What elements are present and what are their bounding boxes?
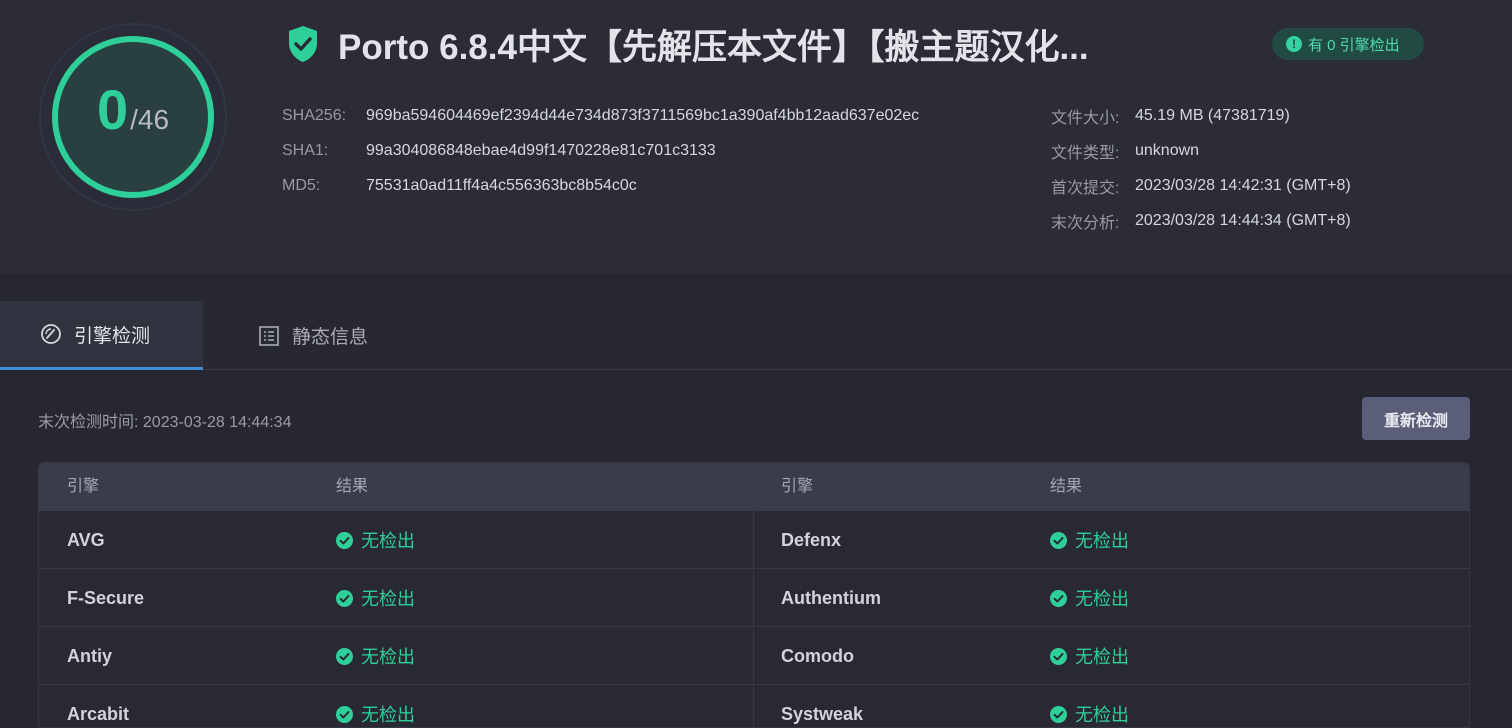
table-row: Antiy 无检出 Comodo 无检出 xyxy=(39,627,1469,685)
check-circle-icon xyxy=(336,589,353,607)
column-header-result-left: 结果 xyxy=(336,478,369,495)
check-circle-icon xyxy=(336,647,353,665)
hash-row-sha256: SHA256: 969ba594604469ef2394d44e734d873f… xyxy=(282,98,919,133)
meta-value: 2023/03/28 14:42:31 (GMT+8) xyxy=(1135,176,1351,194)
engine-name: AVG xyxy=(67,529,105,550)
tab-label: 引擎检测 xyxy=(74,325,151,347)
meta-label: 文件类型: xyxy=(1051,144,1120,162)
meta-label: 首次提交: xyxy=(1051,179,1120,197)
check-circle-icon xyxy=(1050,705,1067,723)
detection-score-ring: 0 /46 xyxy=(38,22,228,212)
engine-result: 无检出 xyxy=(1050,685,1129,727)
table-row: F-Secure 无检出 Authentium 无检出 xyxy=(39,569,1469,627)
check-circle-icon xyxy=(1050,589,1067,607)
result-text: 无检出 xyxy=(1075,531,1129,551)
hash-value[interactable]: 969ba594604469ef2394d44e734d873f3711569b… xyxy=(366,107,919,125)
engine-total: /46 xyxy=(130,104,170,135)
engine-name: Antiy xyxy=(67,645,112,666)
table-row: AVG 无检出 Defenx 无检出 xyxy=(39,511,1469,569)
detection-alert-text: 有 0 引擎检出 xyxy=(1308,36,1400,54)
hash-row-sha1: SHA1: 99a304086848ebae4d99f1470228e81c70… xyxy=(282,133,919,168)
engine-name: Arcabit xyxy=(67,703,130,724)
column-header-engine-right: 引擎 xyxy=(781,478,814,495)
engine-result: 无检出 xyxy=(336,569,415,627)
hash-row-md5: MD5: 75531a0ad11ff4a4c556363bc8b54c0c xyxy=(282,168,919,203)
table-row: Arcabit 无检出 Systweak 无检出 xyxy=(39,685,1469,727)
hash-label: SHA1: xyxy=(282,141,329,159)
result-text: 无检出 xyxy=(361,705,415,725)
file-meta-list: 文件大小: 45.19 MB (47381719) 文件类型: unknown … xyxy=(1051,98,1351,238)
result-text: 无检出 xyxy=(1075,589,1129,609)
meta-label: 文件大小: xyxy=(1051,109,1120,127)
engine-name: Systweak xyxy=(781,703,864,724)
last-scan-time: 末次检测时间: 2023-03-28 14:44:34 xyxy=(38,414,292,431)
file-title: Porto 6.8.4中文【先解压本文件】【搬主题汉化... xyxy=(338,27,1089,67)
engine-result: 无检出 xyxy=(1050,569,1129,627)
check-circle-icon xyxy=(1050,531,1067,549)
file-summary-header: 0 /46 Porto 6.8.4中文【先解压本文件】【搬主题汉化... ! 有… xyxy=(0,0,1512,274)
engine-result: 无检出 xyxy=(336,627,415,685)
shield-check-icon xyxy=(289,26,317,62)
result-text: 无检出 xyxy=(1075,647,1129,667)
file-title-row: Porto 6.8.4中文【先解压本文件】【搬主题汉化... xyxy=(286,22,1089,67)
hash-list: SHA256: 969ba594604469ef2394d44e734d873f… xyxy=(282,98,919,203)
meta-value: 2023/03/28 14:44:34 (GMT+8) xyxy=(1135,211,1351,229)
meta-label: 末次分析: xyxy=(1051,214,1120,232)
engine-result: 无检出 xyxy=(336,511,415,569)
table-header: 引擎 结果 引擎 结果 xyxy=(39,463,1469,511)
hash-label: MD5: xyxy=(282,176,321,194)
result-tabs: 引擎检测 静态信息 xyxy=(0,301,1512,370)
meta-row-size: 文件大小: 45.19 MB (47381719) xyxy=(1051,98,1351,133)
check-circle-icon xyxy=(336,531,353,549)
detection-alert-badge: ! 有 0 引擎检出 xyxy=(1272,28,1424,60)
list-icon xyxy=(259,325,279,346)
engine-name: Authentium xyxy=(781,587,881,608)
meta-value: unknown xyxy=(1135,141,1200,159)
rescan-button[interactable]: 重新检测 xyxy=(1362,397,1470,440)
exclamation-icon: ! xyxy=(1286,36,1302,52)
engine-name: Defenx xyxy=(781,529,842,550)
column-header-result-right: 结果 xyxy=(1050,478,1083,495)
meta-row-last-analysis: 末次分析: 2023/03/28 14:44:34 (GMT+8) xyxy=(1051,203,1351,238)
tab-static-info[interactable]: 静态信息 xyxy=(258,301,418,370)
engine-result: 无检出 xyxy=(336,685,415,727)
hash-label: SHA256: xyxy=(282,106,347,124)
check-circle-icon xyxy=(336,705,353,723)
hash-value[interactable]: 75531a0ad11ff4a4c556363bc8b54c0c xyxy=(366,177,637,195)
engine-name: F-Secure xyxy=(67,587,145,608)
engine-name: Comodo xyxy=(781,645,854,666)
meta-row-type: 文件类型: unknown xyxy=(1051,133,1351,168)
detected-count: 0 xyxy=(96,78,129,141)
engine-result: 无检出 xyxy=(1050,511,1129,569)
result-text: 无检出 xyxy=(361,647,415,667)
meta-value: 45.19 MB (47381719) xyxy=(1135,106,1290,124)
engine-results-table: 引擎 结果 引擎 结果 AVG 无检出 Defenx 无检出 F-Secure … xyxy=(38,462,1470,728)
engine-result: 无检出 xyxy=(1050,627,1129,685)
column-header-engine-left: 引擎 xyxy=(67,478,100,495)
result-text: 无检出 xyxy=(361,589,415,609)
result-text: 无检出 xyxy=(361,531,415,551)
hash-value[interactable]: 99a304086848ebae4d99f1470228e81c701c3133 xyxy=(366,142,716,160)
meta-row-first-submit: 首次提交: 2023/03/28 14:42:31 (GMT+8) xyxy=(1051,168,1351,203)
check-circle-icon xyxy=(1050,647,1067,665)
result-text: 无检出 xyxy=(1075,705,1129,725)
gauge-icon xyxy=(41,324,61,344)
tab-label: 静态信息 xyxy=(292,327,369,348)
tab-engine-detection[interactable]: 引擎检测 xyxy=(0,301,203,370)
